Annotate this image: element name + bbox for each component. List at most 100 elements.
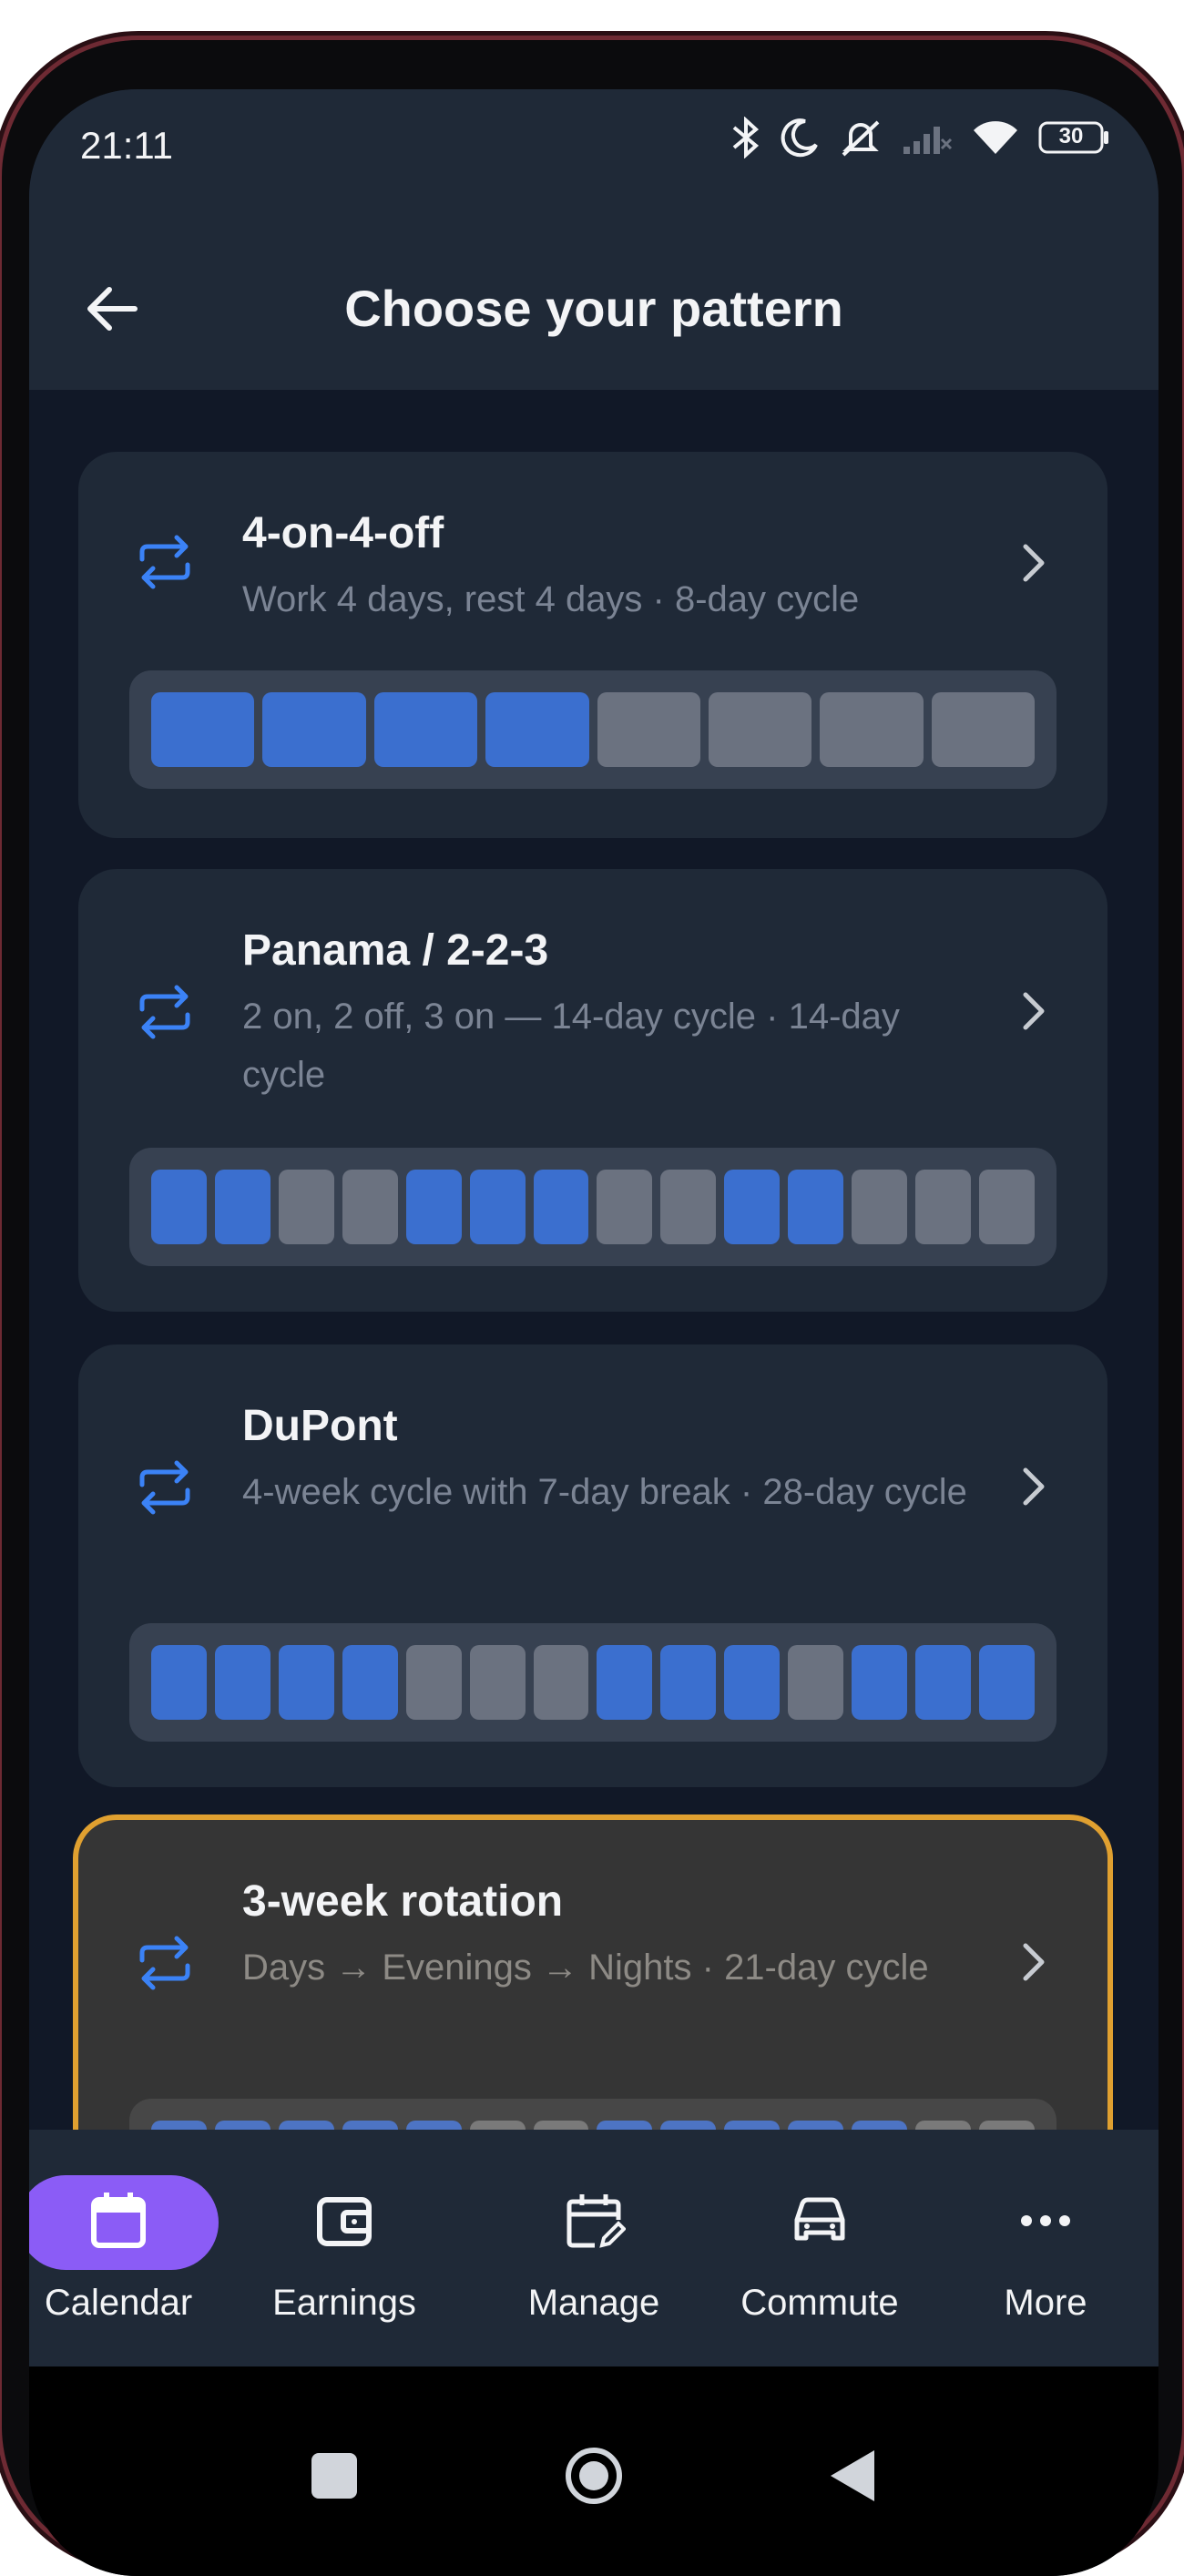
off-day-cell (469, 2121, 526, 2130)
work-day-cell (405, 1170, 462, 1244)
chevron-right-icon (1016, 1459, 1053, 1514)
pattern-description: 4-week cycle with 7-day break · 28-day c… (242, 1472, 967, 1512)
off-day-cell (533, 2121, 589, 2130)
mute-icon (838, 117, 883, 158)
work-day-cell (485, 692, 589, 767)
repeat-icon (133, 1456, 197, 1519)
work-day-cell (724, 2121, 781, 2130)
off-day-cell (915, 2121, 971, 2130)
off-day-cell (533, 1645, 589, 1720)
cycle-preview (129, 1623, 1056, 1742)
app-bar: Choose your pattern (29, 199, 1158, 390)
nav-label: Commute (740, 2283, 899, 2323)
work-day-cell (660, 1645, 717, 1720)
screen: 21:11 30 Choose your pattern 4-on-4-off … (29, 89, 1158, 2576)
work-day-cell (915, 1645, 971, 1720)
work-day-cell (788, 1170, 844, 1244)
home-button[interactable] (563, 2445, 625, 2507)
off-day-cell (915, 1170, 971, 1244)
car-icon (788, 2189, 852, 2257)
work-day-cell (151, 1645, 207, 1720)
nav-earnings[interactable]: Earnings (235, 2175, 454, 2324)
work-day-cell (278, 1645, 334, 1720)
cycle-preview (129, 670, 1056, 789)
work-day-cell (724, 1170, 781, 1244)
nav-calendar[interactable]: Calendar (29, 2175, 228, 2324)
work-day-cell (788, 2121, 844, 2130)
battery-level: 30 (1058, 124, 1084, 148)
pattern-name: Panama / 2-2-3 (242, 926, 549, 975)
off-day-cell (597, 692, 700, 767)
off-day-cell (660, 1170, 717, 1244)
pattern-card-3-week-rotation[interactable]: 3-week rotation Days → Evenings → Nights… (78, 1820, 1107, 2130)
more-dots-icon (1014, 2189, 1077, 2257)
nav-more[interactable]: More (936, 2175, 1155, 2324)
chevron-right-icon (1016, 1935, 1053, 1989)
page-title: Choose your pattern (344, 280, 843, 337)
work-day-cell (278, 2121, 334, 2130)
off-day-cell (597, 1170, 653, 1244)
work-day-cell (533, 1170, 589, 1244)
work-day-cell (151, 692, 255, 767)
calendar-edit-icon (562, 2189, 627, 2257)
off-day-cell (788, 1645, 844, 1720)
work-day-cell (724, 1645, 781, 1720)
off-day-cell (469, 1645, 526, 1720)
work-day-cell (405, 2121, 462, 2130)
pattern-list: 4-on-4-off Work 4 days, rest 4 days · 8-… (29, 390, 1158, 2130)
bluetooth-icon (730, 117, 761, 158)
off-day-cell (978, 2121, 1035, 2130)
wallet-icon (312, 2189, 376, 2257)
work-day-cell (469, 1170, 526, 1244)
nav-indicator (29, 2175, 219, 2270)
pattern-card-panama[interactable]: Panama / 2-2-3 2 on, 2 off, 3 on — 14-da… (78, 869, 1107, 1312)
pattern-card-4-on-4-off[interactable]: 4-on-4-off Work 4 days, rest 4 days · 8-… (78, 452, 1107, 838)
nav-manage[interactable]: Manage (485, 2175, 703, 2324)
work-day-cell (151, 1170, 207, 1244)
calendar-icon (87, 2189, 150, 2257)
chevron-right-icon (1016, 984, 1053, 1038)
repeat-icon (133, 1931, 197, 1995)
moon-icon (780, 118, 820, 158)
work-day-cell (151, 2121, 207, 2130)
work-day-cell (214, 1645, 270, 1720)
work-day-cell (852, 1645, 908, 1720)
work-day-cell (597, 1645, 653, 1720)
cycle-cells (151, 1645, 1035, 1720)
back-button[interactable] (825, 2447, 880, 2505)
pattern-card-dupont[interactable]: DuPont 4-week cycle with 7-day break · 2… (78, 1344, 1107, 1787)
nav-commute[interactable]: Commute (710, 2175, 929, 2324)
bottom-navigation: Calendar Earnings Manage Commute More (29, 2130, 1158, 2366)
work-day-cell (342, 2121, 398, 2130)
cycle-cells (151, 1170, 1035, 1244)
nav-indicator (494, 2175, 694, 2270)
nav-label: More (1004, 2283, 1087, 2323)
wifi-icon (971, 118, 1020, 158)
pattern-name: DuPont (242, 1402, 398, 1450)
recents-button[interactable] (311, 2453, 357, 2499)
cycle-preview (129, 1148, 1056, 1266)
work-day-cell (342, 1645, 398, 1720)
off-day-cell (931, 692, 1035, 767)
cycle-cells (151, 2121, 1035, 2130)
work-day-cell (660, 2121, 717, 2130)
work-day-cell (214, 1170, 270, 1244)
nav-indicator (720, 2175, 920, 2270)
phone-frame: 21:11 30 Choose your pattern 4-on-4-off … (2, 40, 1182, 2576)
off-day-cell (278, 1170, 334, 1244)
status-bar: 21:11 30 (29, 89, 1158, 199)
cycle-preview (129, 2099, 1056, 2130)
off-day-cell (978, 1170, 1035, 1244)
cycle-cells (151, 692, 1035, 767)
signal-icon (902, 119, 953, 156)
status-time: 21:11 (80, 124, 173, 167)
repeat-icon (133, 980, 197, 1044)
pattern-description: Days → Evenings → Nights · 21-day cycle (242, 1947, 929, 1988)
work-day-cell (373, 692, 478, 767)
nav-label: Calendar (44, 2283, 193, 2323)
work-day-cell (978, 1645, 1035, 1720)
repeat-icon (133, 530, 197, 594)
work-day-cell (214, 2121, 270, 2130)
off-day-cell (405, 1645, 462, 1720)
work-day-cell (852, 2121, 908, 2130)
